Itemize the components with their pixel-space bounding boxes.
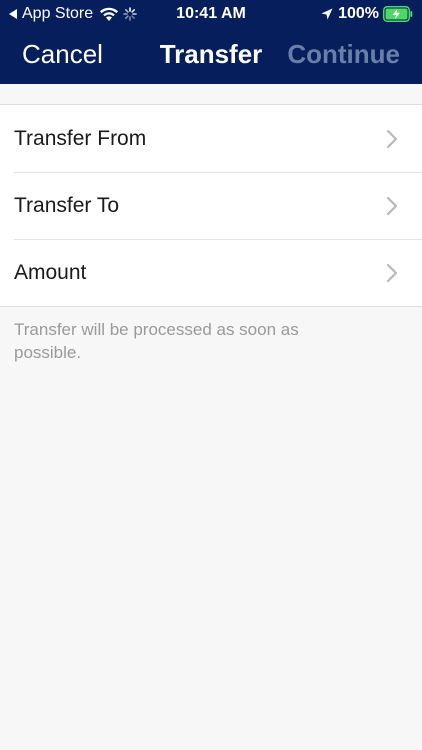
list-item-amount[interactable]: Amount	[0, 239, 422, 306]
list-item-label: Amount	[14, 261, 87, 284]
continue-button[interactable]: Continue	[287, 39, 400, 69]
battery-percent: 100%	[338, 5, 379, 22]
header: App Store 10:41 AM 100% Cancel Transfer …	[0, 0, 422, 84]
chevron-right-icon	[386, 129, 398, 149]
transfer-options-list: Transfer From Transfer To Amount	[0, 104, 422, 307]
chevron-right-icon	[386, 263, 398, 283]
row-divider	[14, 239, 422, 240]
list-item-transfer-from[interactable]: Transfer From	[0, 105, 422, 172]
chevron-right-icon	[386, 196, 398, 216]
transfer-screen: App Store 10:41 AM 100% Cancel Transfer …	[0, 0, 422, 750]
battery-charging-icon	[383, 6, 413, 22]
processing-note: Transfer will be processed as soon as po…	[14, 320, 299, 362]
row-divider	[14, 172, 422, 173]
list-item-label: Transfer To	[14, 194, 120, 217]
list-item-transfer-to[interactable]: Transfer To	[0, 172, 422, 239]
status-bar: App Store 10:41 AM 100%	[0, 0, 422, 28]
location-arrow-icon	[321, 8, 333, 20]
nav-bar: Cancel Transfer Continue	[0, 30, 422, 78]
list-item-label: Transfer From	[14, 127, 147, 150]
status-right: 100%	[321, 5, 413, 23]
